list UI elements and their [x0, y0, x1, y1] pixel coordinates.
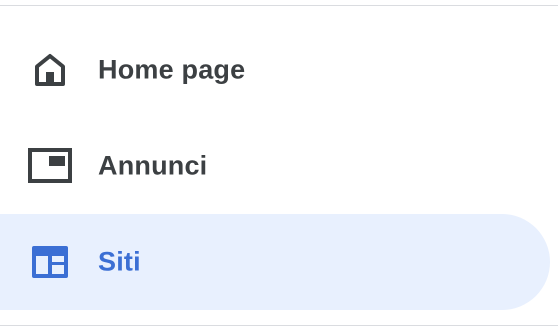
sidebar-item-home-page[interactable]: Home page	[0, 22, 550, 118]
home-icon	[26, 46, 74, 94]
sidebar-item-annunci[interactable]: Annunci	[0, 118, 550, 214]
sidebar-item-siti[interactable]: Siti	[0, 214, 550, 310]
bottom-divider	[0, 325, 558, 326]
ad-frame-icon	[26, 142, 74, 190]
sidebar-item-label: Annunci	[98, 150, 208, 181]
web-layout-icon	[26, 238, 74, 286]
sidebar-item-label: Home page	[98, 54, 246, 85]
sidebar-item-label: Siti	[98, 246, 141, 277]
sidebar-nav: Home page Annunci Siti	[0, 22, 558, 310]
top-divider	[0, 5, 558, 6]
